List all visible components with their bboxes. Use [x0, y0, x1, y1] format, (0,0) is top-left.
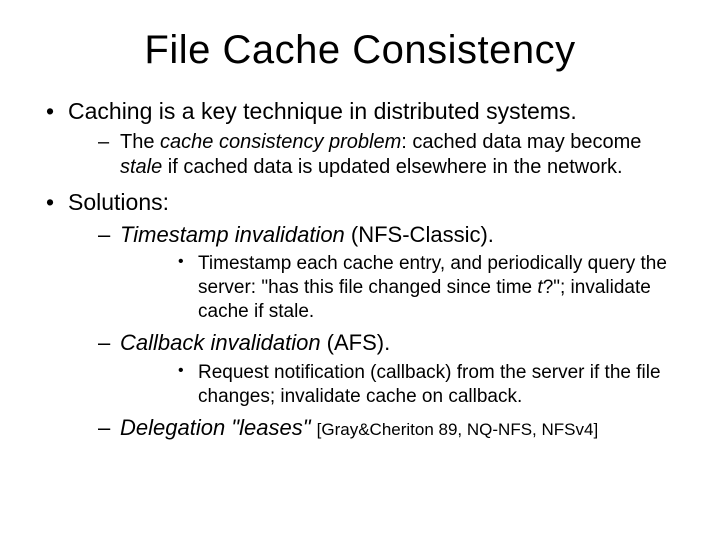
em-cache-consistency-problem: cache consistency problem: [160, 131, 401, 153]
bullet-list: Caching is a key technique in distribute…: [40, 97, 680, 442]
text: if cached data is updated elsewhere in t…: [162, 156, 622, 178]
em-callback-invalidation: Callback invalidation: [120, 330, 321, 355]
sub-list-solutions: Timestamp invalidation (NFS-Classic). Ti…: [68, 221, 680, 442]
sub-timestamp-invalidation: Timestamp invalidation (NFS-Classic). Ti…: [68, 221, 680, 324]
detail-timestamp: Timestamp each cache entry, and periodic…: [120, 252, 680, 323]
bullet-caching-text: Caching is a key technique in distribute…: [68, 98, 577, 124]
text: : cached data may become: [401, 131, 641, 153]
slide-title: File Cache Consistency: [40, 28, 680, 73]
text: (NFS-Classic).: [345, 222, 494, 247]
em-stale: stale: [120, 156, 162, 178]
detail-callback: Request notification (callback) from the…: [120, 361, 680, 409]
bullet-solutions: Solutions: Timestamp invalidation (NFS-C…: [40, 188, 680, 442]
slide: File Cache Consistency Caching is a key …: [0, 0, 720, 540]
sub-delegation-leases: Delegation "leases" [Gray&Cheriton 89, N…: [68, 414, 680, 442]
sub-list-caching: The cache consistency problem: cached da…: [68, 130, 680, 180]
ref-delegation: [Gray&Cheriton 89, NQ-NFS, NFSv4]: [317, 420, 599, 439]
text: (AFS).: [321, 330, 391, 355]
em-delegation-leases: Delegation "leases": [120, 415, 311, 440]
sub-callback-invalidation: Callback invalidation (AFS). Request not…: [68, 329, 680, 408]
em-timestamp-invalidation: Timestamp invalidation: [120, 222, 345, 247]
bullet-solutions-text: Solutions:: [68, 189, 169, 215]
sub-cache-consistency: The cache consistency problem: cached da…: [68, 130, 680, 180]
detail-list-callback: Request notification (callback) from the…: [120, 361, 680, 409]
text: The: [120, 131, 160, 153]
bullet-caching: Caching is a key technique in distribute…: [40, 97, 680, 180]
detail-list-timestamp: Timestamp each cache entry, and periodic…: [120, 252, 680, 323]
